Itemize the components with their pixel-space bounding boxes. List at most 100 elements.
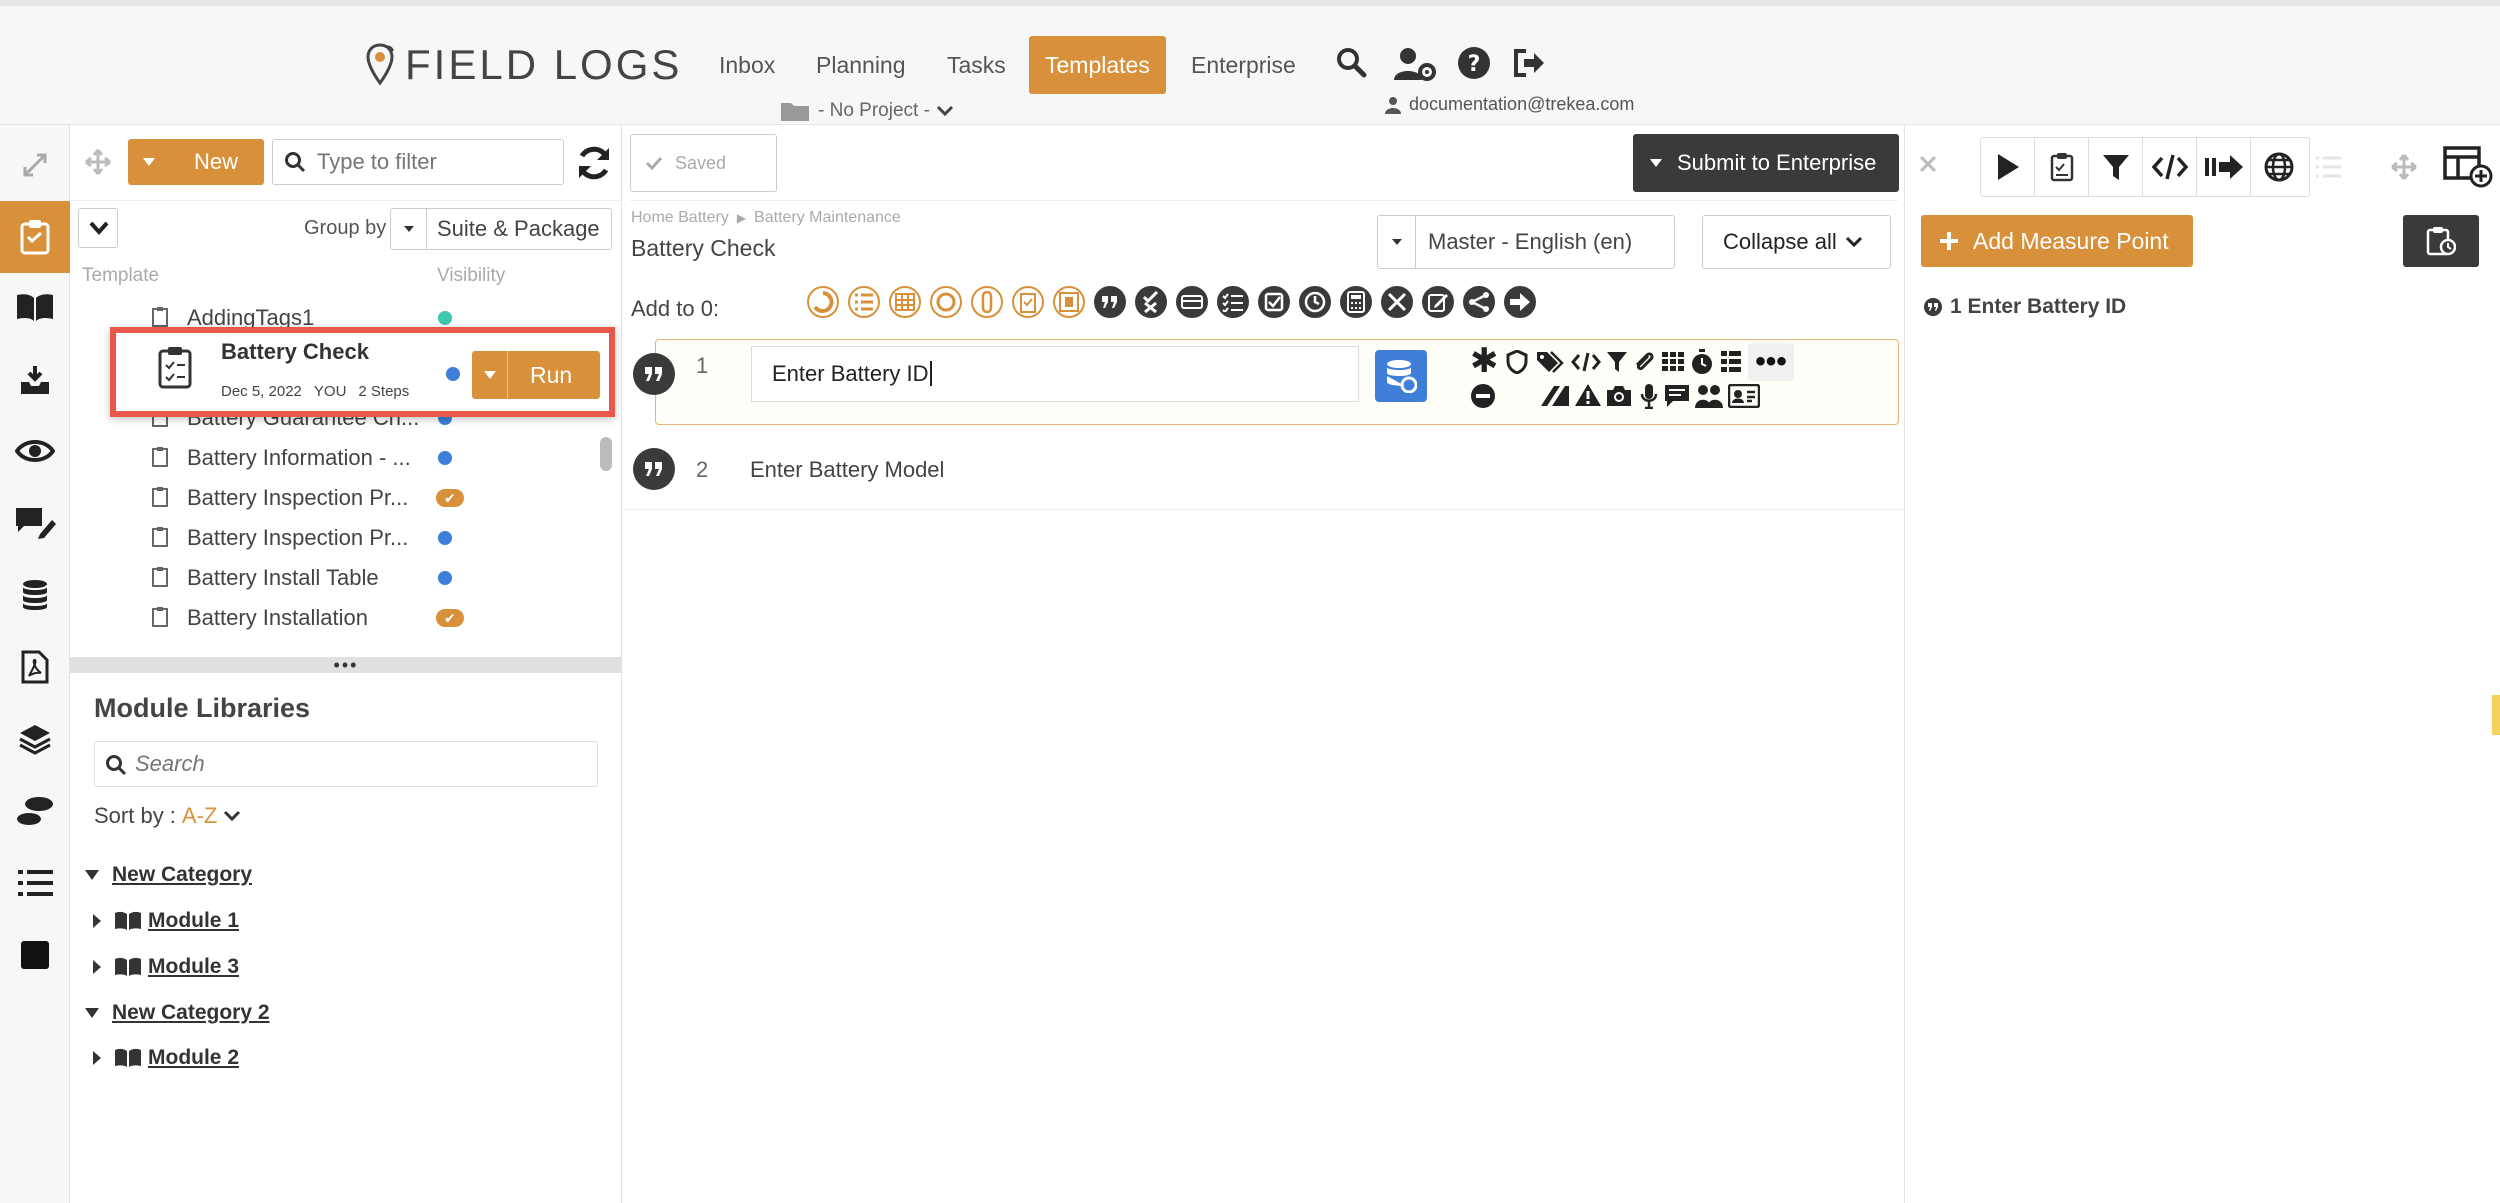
add-panel-icon[interactable] (2443, 144, 2493, 188)
share-step-icon[interactable] (1463, 286, 1495, 318)
user-settings-icon[interactable] (1393, 46, 1437, 82)
warning-icon[interactable] (1574, 383, 1602, 407)
module-item[interactable]: Module 3 (92, 955, 239, 979)
arrow-right-step-icon[interactable] (1504, 286, 1536, 318)
step-text-input[interactable]: Enter Battery ID​ (751, 346, 1359, 402)
rail-pdf[interactable] (0, 637, 70, 697)
database-link-button[interactable] (1375, 350, 1427, 402)
checkbox-step-icon[interactable] (1258, 286, 1290, 318)
selected-template-row[interactable]: Battery Check Dec 5, 2022 YOU 2 Steps Ru… (110, 327, 615, 417)
template-row[interactable]: Battery Installation ✔ (70, 597, 610, 632)
rail-templates[interactable] (0, 201, 70, 273)
camera-icon[interactable] (1606, 385, 1632, 407)
rail-comments[interactable] (0, 493, 70, 553)
rail-inbox-download[interactable] (0, 350, 70, 410)
filter-icon[interactable] (1606, 351, 1628, 373)
saved-status-button[interactable]: Saved (630, 134, 777, 192)
stopwatch-icon[interactable] (1690, 348, 1714, 376)
measure-point-item[interactable]: 1 Enter Battery ID (1924, 295, 2126, 319)
template-row[interactable]: Battery Information - ... (70, 437, 610, 477)
clipboard-button[interactable] (2035, 138, 2089, 196)
nav-tasks[interactable]: Tasks (931, 36, 1022, 94)
template-row[interactable]: Battery Install Table (70, 557, 610, 597)
required-asterisk-icon[interactable]: ✱ (1470, 341, 1499, 381)
quote-step-icon[interactable] (1094, 286, 1126, 318)
move-icon[interactable] (2391, 154, 2417, 180)
nav-templates[interactable]: Templates (1029, 36, 1166, 94)
comment-icon[interactable] (1664, 384, 1690, 408)
breadcrumb-child[interactable]: Battery Maintenance (754, 209, 901, 227)
help-icon[interactable]: ? (1457, 46, 1491, 80)
calculator-step-icon[interactable] (1340, 286, 1372, 318)
template-row[interactable]: Battery Inspection Pr... (70, 517, 610, 557)
project-selector[interactable]: - No Project - (780, 100, 954, 122)
step-forward-button[interactable] (2197, 138, 2251, 196)
template-row[interactable]: Battery Inspection Pr... ✔ (70, 477, 610, 517)
clock-step-icon[interactable] (1299, 286, 1331, 318)
globe-button[interactable] (2251, 138, 2307, 196)
rail-expand[interactable] (0, 135, 70, 195)
list-detail-icon[interactable] (1720, 350, 1742, 374)
sort-by-control[interactable]: Sort by : A-Z (94, 803, 241, 829)
filter-button[interactable] (2089, 138, 2143, 196)
rail-database[interactable] (0, 565, 70, 625)
panel-splitter[interactable]: ••• (70, 656, 622, 674)
logout-icon[interactable] (1512, 47, 1546, 79)
nav-inbox[interactable]: Inbox (703, 36, 791, 94)
search-icon[interactable] (1335, 46, 1367, 78)
breadcrumb-root[interactable]: Home Battery (631, 209, 729, 227)
submit-enterprise-button[interactable]: Submit to Enterprise (1633, 134, 1899, 192)
rail-review[interactable] (0, 421, 70, 481)
category-new-category-2[interactable]: New Category 2 (84, 1001, 270, 1025)
users-icon[interactable] (1694, 383, 1724, 409)
run-button[interactable]: Run (472, 351, 600, 399)
more-options-icon[interactable]: ••• (1748, 343, 1794, 381)
new-template-button[interactable]: New (128, 139, 264, 185)
loading-step-icon[interactable] (807, 286, 839, 318)
measure-settings-button[interactable] (2403, 215, 2479, 267)
user-account[interactable]: documentation@trekea.com (1385, 94, 1634, 115)
move-icon[interactable] (85, 149, 111, 175)
tags-icon[interactable] (1536, 350, 1568, 374)
module-search-input[interactable] (135, 748, 585, 780)
list-step-icon[interactable] (848, 286, 880, 318)
code-icon[interactable] (1571, 352, 1601, 372)
tools-step-icon[interactable] (1381, 286, 1413, 318)
grid-icon[interactable] (1661, 351, 1685, 373)
minus-circle-icon[interactable] (1470, 383, 1496, 409)
collapse-dropdown[interactable] (78, 208, 118, 248)
language-select[interactable]: Master - English (en) (1377, 215, 1675, 269)
nav-planning[interactable]: Planning (800, 36, 922, 94)
shield-icon[interactable] (1506, 350, 1528, 374)
clipboard-step-icon[interactable] (1012, 286, 1044, 318)
film-step-icon[interactable] (1053, 286, 1085, 318)
close-icon[interactable] (1919, 155, 1937, 173)
rail-layers[interactable] (0, 709, 70, 769)
rail-library[interactable] (0, 277, 70, 337)
paperclip-icon[interactable] (1632, 350, 1656, 374)
add-measure-point-button[interactable]: Add Measure Point (1921, 215, 2193, 267)
rail-stop[interactable] (0, 925, 70, 985)
category-new-category[interactable]: New Category (84, 863, 252, 887)
code-button[interactable] (2143, 138, 2197, 196)
scrollbar-thumb[interactable] (600, 437, 612, 471)
rail-list[interactable] (0, 853, 70, 913)
input-box-step-icon[interactable] (1176, 286, 1208, 318)
slope-icon[interactable] (1540, 385, 1570, 407)
rail-footprints[interactable] (0, 781, 70, 841)
table-step-icon[interactable] (889, 286, 921, 318)
refresh-icon[interactable] (575, 144, 613, 182)
check-x-step-icon[interactable] (1135, 286, 1167, 318)
id-card-icon[interactable] (1728, 384, 1760, 408)
collapse-all-button[interactable]: Collapse all (1702, 215, 1891, 269)
field-logs-logo[interactable]: FIELD LOGS (365, 40, 682, 90)
play-button[interactable] (1981, 138, 2035, 196)
group-by-select[interactable]: Suite & Package (390, 208, 612, 250)
nav-enterprise[interactable]: Enterprise (1175, 36, 1312, 94)
circle-step-icon[interactable] (930, 286, 962, 318)
step-text[interactable]: Enter Battery Model (750, 457, 944, 483)
module-item[interactable]: Module 2 (92, 1046, 239, 1070)
link-step-icon[interactable] (971, 286, 1003, 318)
module-item[interactable]: Module 1 (92, 909, 239, 933)
edit-step-icon[interactable] (1422, 286, 1454, 318)
